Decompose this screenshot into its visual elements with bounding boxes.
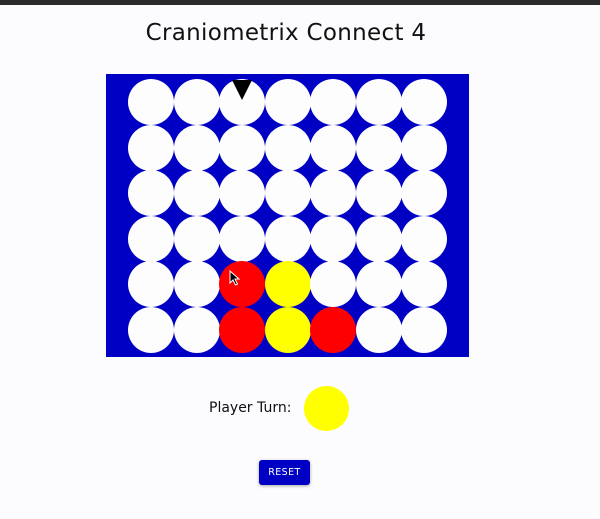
board-cell-r1-c6[interactable] [355, 79, 402, 125]
board-cell-r2-c2[interactable] [173, 124, 220, 171]
board-cell-r5-c4[interactable] [264, 261, 311, 307]
reset-button[interactable]: RESET [259, 460, 310, 485]
board-cell-r6-c2[interactable] [173, 306, 220, 353]
board-cell-r6-c4[interactable] [264, 306, 311, 353]
page-title: Craniometrix Connect 4 [145, 20, 427, 46]
board-cell-r2-c4[interactable] [264, 124, 311, 171]
board-cell-r3-c1[interactable] [128, 170, 174, 216]
board-cell-r3-c4[interactable] [264, 170, 311, 216]
player-turn-disc [304, 386, 349, 431]
board-cell-r1-c1[interactable] [128, 79, 174, 125]
board-cell-r3-c2[interactable] [173, 170, 220, 216]
board-cell-r5-c7[interactable] [401, 261, 447, 307]
board-cell-r4-c2[interactable] [173, 215, 220, 262]
mouse-pointer-icon [229, 270, 241, 286]
board-cell-r3-c3[interactable] [219, 170, 265, 216]
board-cell-r2-c6[interactable] [355, 124, 402, 171]
player-turn-label: Player Turn: [209, 400, 292, 416]
board-cell-r6-c6[interactable] [355, 306, 402, 353]
board-cell-r2-c7[interactable] [401, 124, 447, 171]
board-cell-r1-c7[interactable] [401, 79, 447, 125]
drop-indicator-icon [232, 80, 252, 100]
board-cell-r5-c2[interactable] [173, 261, 220, 307]
board-cell-r1-c2[interactable] [173, 79, 220, 125]
board-cell-r3-c7[interactable] [401, 170, 447, 216]
board-cell-r4-c6[interactable] [355, 215, 402, 262]
window-top-bar [0, 0, 600, 5]
board-cell-r6-c5[interactable] [310, 306, 356, 353]
game-board [106, 74, 469, 357]
board-cell-r1-c4[interactable] [264, 79, 311, 125]
board-cell-r3-c5[interactable] [310, 170, 356, 216]
board-cell-r6-c1[interactable] [128, 306, 174, 353]
board-cell-r5-c3[interactable] [219, 261, 265, 307]
board-cell-r4-c3[interactable] [219, 215, 265, 262]
board-cell-r6-c3[interactable] [219, 306, 265, 353]
board-cell-r6-c7[interactable] [401, 306, 447, 353]
board-cell-r3-c6[interactable] [355, 170, 402, 216]
board-cell-r4-c5[interactable] [310, 215, 356, 262]
board-cell-r2-c5[interactable] [310, 124, 356, 171]
board-cell-r4-c4[interactable] [264, 215, 311, 262]
board-cell-r2-c3[interactable] [219, 124, 265, 171]
board-cell-r4-c7[interactable] [401, 215, 447, 262]
board-cell-r2-c1[interactable] [128, 124, 174, 171]
board-cell-r1-c5[interactable] [310, 79, 356, 125]
board-cell-r5-c1[interactable] [128, 261, 174, 307]
board-cell-r5-c6[interactable] [355, 261, 402, 307]
board-cell-r5-c5[interactable] [310, 261, 356, 307]
board-cell-r4-c1[interactable] [128, 215, 174, 262]
